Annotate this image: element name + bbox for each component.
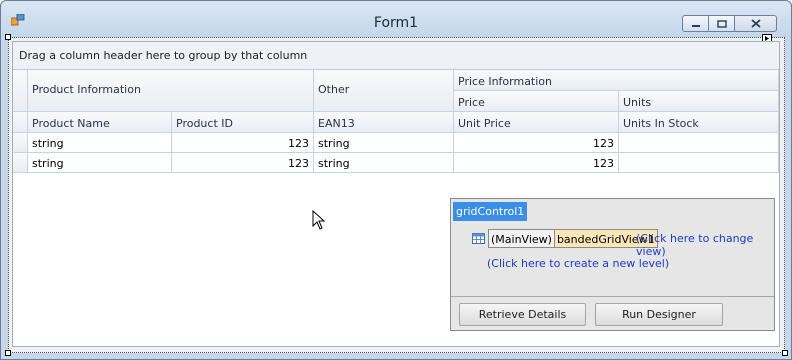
form-client-area: Drag a column header here to group by th… [5,34,788,356]
minimize-button[interactable] [682,15,709,32]
band-units[interactable]: Units [619,91,779,112]
window-title: Form1 [373,15,419,31]
cell-product-id[interactable]: 123 [172,153,314,173]
grid-view-icon [472,233,485,244]
cell-unit-price[interactable]: 123 [454,153,619,173]
band-product-information[interactable]: Product Information [28,70,314,112]
column-header-units-in-stock[interactable]: Units In Stock [619,112,779,133]
group-panel-text: Drag a column header here to group by th… [19,49,308,62]
column-header-unit-price[interactable]: Unit Price [454,112,619,133]
close-icon [750,19,761,28]
main-view-selector[interactable]: (MainView) bandedGridView1 [488,229,658,248]
form-window: Form1 Drag a column header here to group… [0,0,792,360]
designer-separator [451,296,774,297]
maximize-button[interactable] [708,15,735,32]
row-indicator[interactable] [13,153,28,173]
selection-handle[interactable] [5,350,11,356]
cell-units-in-stock[interactable] [619,133,779,153]
title-bar[interactable]: Form1 [1,1,791,37]
level-designer-panel: gridControl1 (MainView) bandedGridView1 … [450,198,775,331]
cell-ean13[interactable]: string [314,153,454,173]
band-other[interactable]: Other [314,70,454,112]
column-indicator-header [13,112,28,133]
retrieve-details-button[interactable]: Retrieve Details [459,303,586,326]
minimize-icon [691,24,700,27]
cell-unit-price[interactable]: 123 [454,133,619,153]
mouse-cursor-icon [312,210,326,230]
cell-product-id[interactable]: 123 [172,133,314,153]
band-price[interactable]: Price [454,91,619,112]
group-panel[interactable]: Drag a column header here to group by th… [13,42,779,70]
column-header-product-name[interactable]: Product Name [28,112,172,133]
grid-control[interactable]: Drag a column header here to group by th… [12,41,780,347]
cell-product-name[interactable]: string [28,153,172,173]
cell-units-in-stock[interactable] [619,153,779,173]
run-designer-button[interactable]: Run Designer [595,303,723,326]
column-header-ean13[interactable]: EAN13 [314,112,454,133]
band-indicator-header [13,70,28,112]
selection-handle[interactable] [782,350,788,356]
cell-ean13[interactable]: string [314,133,454,153]
band-price-information[interactable]: Price Information [454,70,779,91]
column-header-product-id[interactable]: Product ID [172,112,314,133]
row-indicator[interactable] [13,133,28,153]
create-new-level-link[interactable]: (Click here to create a new level) [487,257,669,270]
selection-handle[interactable] [5,34,11,40]
grid-control-name-label[interactable]: gridControl1 [453,202,528,221]
change-view-link[interactable]: (Click here to change view) [636,232,774,258]
close-button[interactable] [734,15,777,32]
maximize-icon [716,19,727,28]
cell-product-name[interactable]: string [28,133,172,153]
main-view-label: (MainView) [489,230,555,247]
